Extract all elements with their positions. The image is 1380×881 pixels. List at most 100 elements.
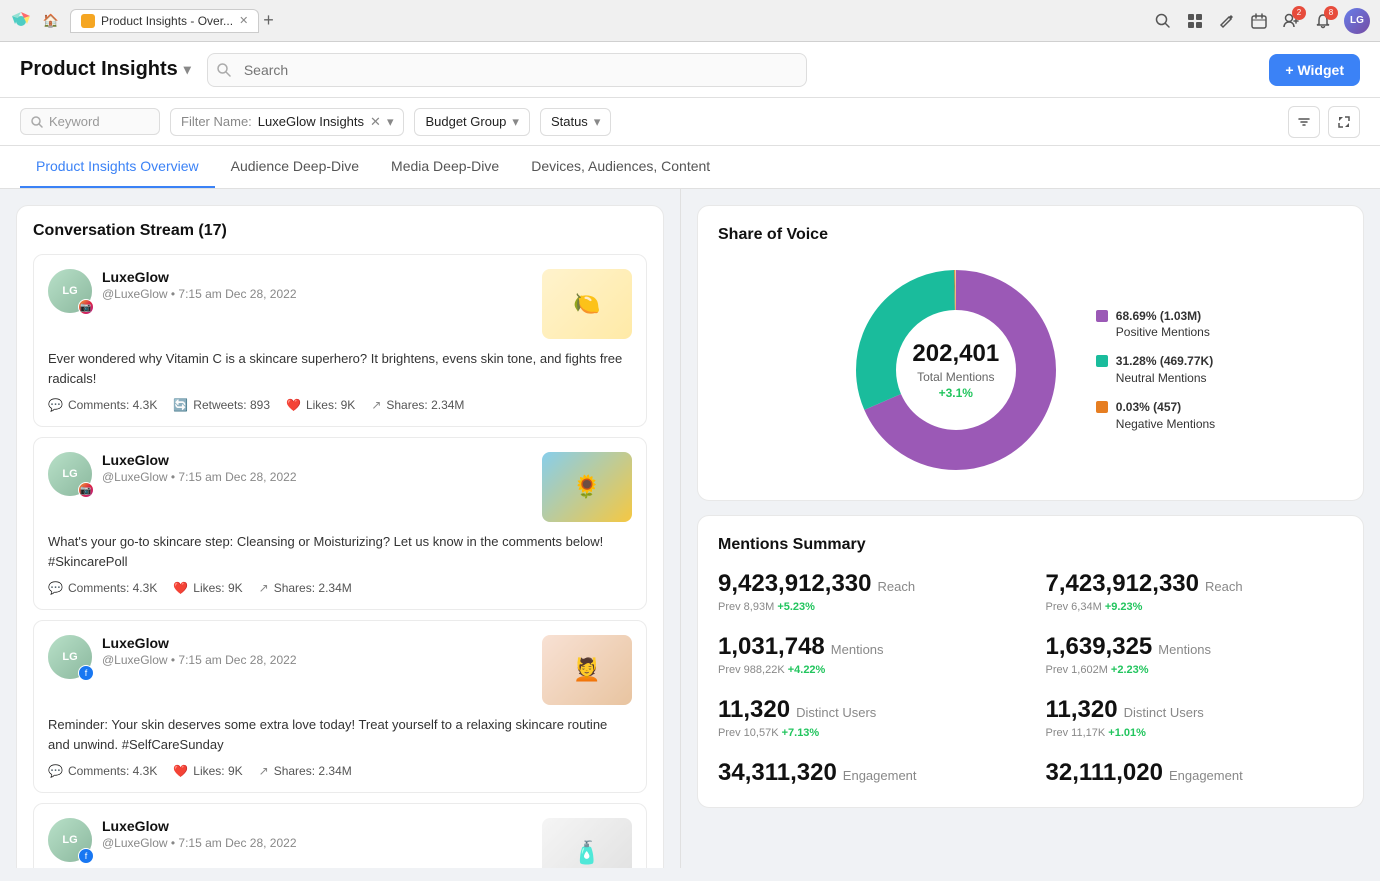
metric-change: +1.01% [1108,727,1146,739]
negative-dot [1096,401,1108,413]
post-author: LuxeGlow [102,818,532,834]
negative-pct: 0.03% (457) [1116,400,1181,414]
metric-main: 11,320 Distinct Users [718,696,1016,724]
post-text: What's your go-to skincare step: Cleansi… [48,532,632,571]
search-bar [207,53,807,87]
mentions-grid: 9,423,912,330 Reach Prev 8,93M +5.23% 7,… [718,570,1343,787]
status-chevron-icon[interactable]: ▾ [594,114,601,130]
sov-legend: 68.69% (1.03M) Positive Mentions 31.28% … [1096,308,1215,433]
budget-group-label: Budget Group [425,114,506,129]
browser-search-icon[interactable] [1152,10,1174,32]
app-title: Product Insights ▾ [20,58,191,81]
browser-logo [10,10,32,32]
browser-edit-icon[interactable] [1216,10,1238,32]
heart-icon: ❤️ [286,398,301,412]
shares-stat: ↗ Shares: 2.34M [371,398,464,412]
add-tab-button[interactable]: + [263,10,274,31]
filter-name-value: LuxeGlow Insights [258,114,364,129]
budget-group-filter[interactable]: Budget Group ▾ [414,108,529,136]
metric-sub: Prev 11,17K +1.01% [1046,727,1344,739]
retweets-label: Retweets: 893 [193,398,270,412]
tab-devices-audiences-content[interactable]: Devices, Audiences, Content [515,146,726,188]
metric-reach-1: 9,423,912,330 Reach Prev 8,93M +5.23% [718,570,1016,613]
post-handle-time: @LuxeGlow • 7:15 am Dec 28, 2022 [102,287,532,301]
post-stats: 💬 Comments: 4.3K ❤️ Likes: 9K ↗ Shares: … [48,764,632,778]
metric-label: Engagement [1169,768,1243,783]
browser-calendar-icon[interactable] [1248,10,1270,32]
home-button[interactable]: 🏠 [40,10,62,32]
filter-name-label: Filter Name: [181,114,252,129]
retweet-icon: 🔄 [173,398,188,412]
legend-text-positive: 68.69% (1.03M) Positive Mentions [1116,308,1210,342]
post-card: LG f LuxeGlow @LuxeGlow • 7:15 am Dec 28… [33,620,647,793]
tab-audience-deep-dive[interactable]: Audience Deep-Dive [215,146,375,188]
filter-name-tag[interactable]: Filter Name: LuxeGlow Insights ✕ ▾ [170,108,404,136]
post-header: LG 📷 LuxeGlow @LuxeGlow • 7:15 am Dec 28… [48,269,632,339]
total-mentions-label: Total Mentions [912,370,999,384]
share-icon: ↗ [259,764,269,778]
user-avatar[interactable]: LG [1344,8,1370,34]
likes-label: Likes: 9K [306,398,355,412]
left-panel: Conversation Stream (17) LG 📷 LuxeGlow @… [0,189,680,868]
title-chevron-icon[interactable]: ▾ [184,61,191,78]
post-card: LG f LuxeGlow @LuxeGlow • 7:15 am Dec 28… [33,803,647,868]
metric-main: 9,423,912,330 Reach [718,570,1016,598]
post-stats: 💬 Comments: 4.3K ❤️ Likes: 9K ↗ Shares: … [48,581,632,595]
metric-sub: Prev 8,93M +5.23% [718,601,1016,613]
keyword-placeholder: Keyword [49,114,100,129]
comments-stat: 💬 Comments: 4.3K [48,764,157,778]
follow-badge: 2 [1292,6,1306,20]
metric-engagement-1: 34,311,320 Engagement [718,759,1016,787]
metric-label: Reach [1205,579,1243,594]
metric-number: 1,639,325 [1046,633,1153,661]
mentions-summary-title: Mentions Summary [718,536,1343,554]
shares-stat: ↗ Shares: 2.34M [259,581,352,595]
post-header: LG 📷 LuxeGlow @LuxeGlow • 7:15 am Dec 28… [48,452,632,522]
post-avatar: LG 📷 [48,452,92,496]
tab-product-insights-overview[interactable]: Product Insights Overview [20,146,215,188]
post-author: LuxeGlow [102,452,532,468]
search-input[interactable] [207,53,807,87]
comments-stat: 💬 Comments: 4.3K [48,398,157,412]
keyword-filter[interactable]: Keyword [20,108,160,135]
filter-name-remove-icon[interactable]: ✕ [370,114,381,130]
browser-chrome: 🏠 Product Insights - Over... ✕ + 2 8 LG [0,0,1380,42]
post-header: LG f LuxeGlow @LuxeGlow • 7:15 am Dec 28… [48,818,632,868]
metric-number: 11,320 [1046,696,1118,724]
post-image: 🌻 [542,452,632,522]
metric-change: +7.13% [782,727,820,739]
budget-group-chevron-icon[interactable]: ▾ [512,114,519,130]
positive-dot [1096,310,1108,322]
filter-name-chevron-icon[interactable]: ▾ [387,114,394,130]
tab-close-button[interactable]: ✕ [239,14,248,27]
post-card: LG 📷 LuxeGlow @LuxeGlow • 7:15 am Dec 28… [33,254,647,427]
app-title-text: Product Insights [20,58,178,81]
post-image: 💆 [542,635,632,705]
add-widget-button[interactable]: + Widget [1269,54,1360,86]
negative-label: Negative Mentions [1116,417,1215,431]
filter-button[interactable] [1288,106,1320,138]
comments-stat: 💬 Comments: 4.3K [48,581,157,595]
metric-mentions-1: 1,031,748 Mentions Prev 988,22K +4.22% [718,633,1016,676]
comments-label: Comments: 4.3K [68,581,157,595]
post-meta: LuxeGlow @LuxeGlow • 7:15 am Dec 28, 202… [102,452,532,484]
neutral-dot [1096,355,1108,367]
app-header: Product Insights ▾ + Widget [0,42,1380,98]
likes-label: Likes: 9K [193,581,242,595]
donut-chart: 202,401 Total Mentions +3.1% [846,260,1066,480]
expand-button[interactable] [1328,106,1360,138]
status-filter[interactable]: Status ▾ [540,108,611,136]
metric-main: 34,311,320 Engagement [718,759,1016,787]
metric-label: Engagement [843,768,917,783]
metric-sub: Prev 1,602M +2.23% [1046,664,1344,676]
bell-badge: 8 [1324,6,1338,20]
share-of-voice-content: 202,401 Total Mentions +3.1% 68.69% (1.0… [718,260,1343,480]
metric-main: 32,111,020 Engagement [1046,759,1344,787]
browser-grid-icon[interactable] [1184,10,1206,32]
active-tab[interactable]: Product Insights - Over... ✕ [70,9,259,33]
browser-user-follow-icon[interactable]: 2 [1280,10,1302,32]
tab-media-deep-dive[interactable]: Media Deep-Dive [375,146,515,188]
metric-engagement-2: 32,111,020 Engagement [1046,759,1344,787]
metric-change: +2.23% [1111,664,1149,676]
browser-bell-icon[interactable]: 8 [1312,10,1334,32]
